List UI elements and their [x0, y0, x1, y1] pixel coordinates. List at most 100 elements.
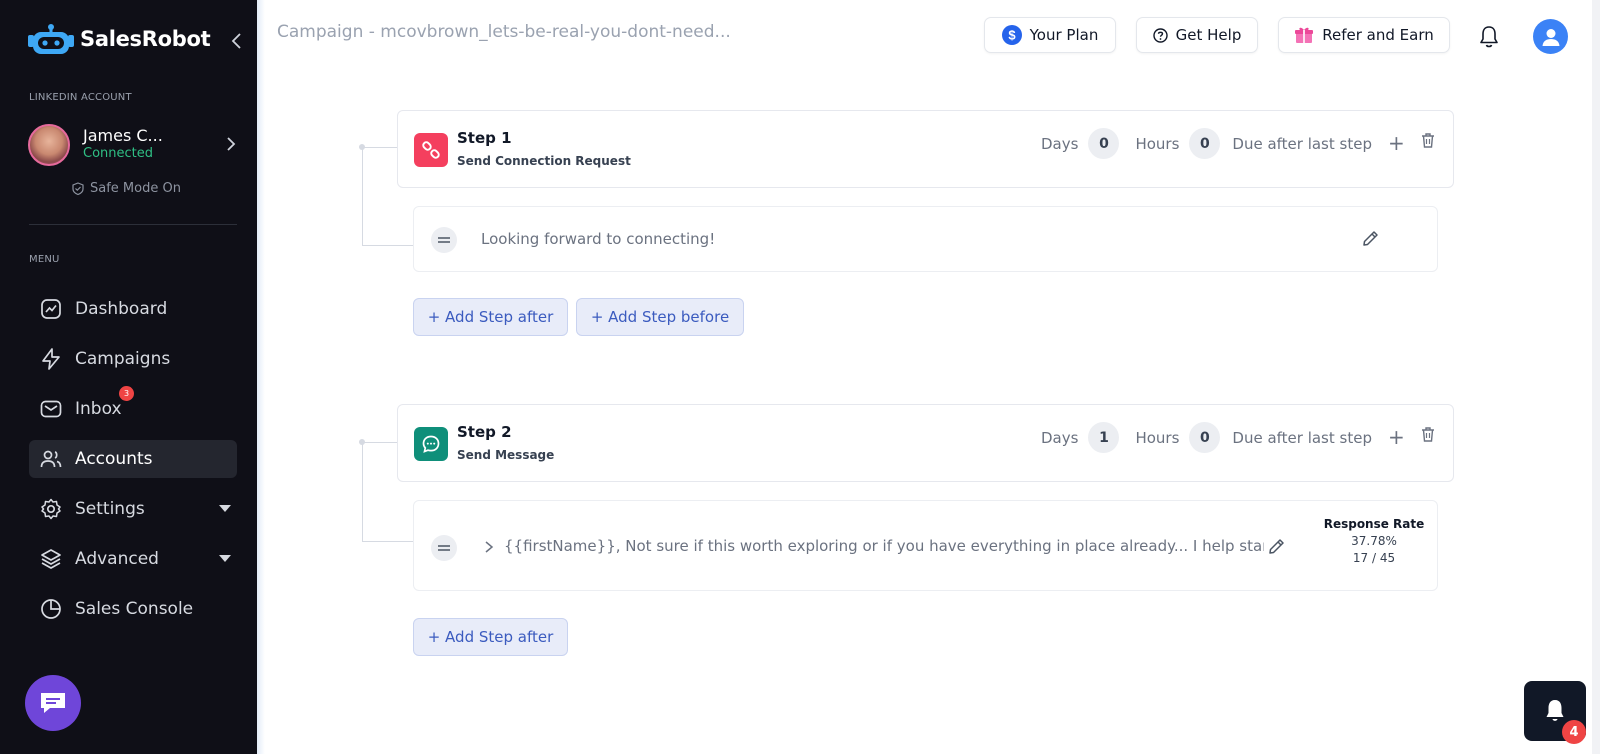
sidebar-item-label: Inbox	[75, 399, 122, 419]
plus-icon[interactable]: +	[1388, 425, 1405, 449]
send-message-icon	[414, 427, 448, 461]
gear-icon	[41, 498, 61, 520]
step-subtitle: Send Connection Request	[457, 154, 631, 168]
dollar-icon: $	[1001, 25, 1022, 45]
response-rate-value: 37.78%	[1351, 534, 1397, 548]
hours-label: Hours	[1135, 428, 1180, 447]
account-name: James C...	[83, 126, 163, 145]
sidebar-item-label: Dashboard	[75, 299, 168, 319]
response-count: 17 / 45	[1352, 551, 1396, 565]
logo[interactable]: SalesRobot	[28, 22, 211, 56]
connector-line	[362, 147, 363, 246]
menu-label: MENU	[29, 254, 60, 265]
message-card[interactable]: {{firstName}}, Not sure if this worth ex…	[413, 500, 1438, 591]
inbox-badge: 3	[119, 386, 134, 401]
sidebar-item-label: Campaigns	[75, 349, 171, 369]
trash-icon[interactable]	[1420, 426, 1436, 443]
collapse-sidebar-icon[interactable]	[228, 32, 246, 50]
hours-value[interactable]: 0	[1189, 422, 1221, 453]
step-subtitle: Send Message	[457, 448, 555, 462]
connector-dot	[359, 439, 365, 445]
pie-chart-icon	[41, 599, 61, 619]
gift-icon	[1295, 27, 1314, 43]
days-label: Days	[1041, 428, 1079, 447]
plus-icon[interactable]: +	[1388, 131, 1405, 155]
step-delay: Days 1 Hours 0 Due after last step	[1041, 422, 1372, 453]
message-text: Looking forward to connecting!	[481, 230, 716, 248]
bell-icon[interactable]	[1478, 25, 1500, 49]
avatar	[28, 124, 70, 166]
step-title: Step 1	[457, 129, 512, 147]
sidebar-item-dashboard[interactable]: Dashboard	[29, 290, 237, 328]
chat-button[interactable]	[25, 675, 81, 731]
due-text: Due after last step	[1232, 428, 1372, 447]
hours-value[interactable]: 0	[1189, 128, 1221, 159]
chevron-right-icon	[227, 137, 236, 151]
sidebar-item-label: Advanced	[75, 549, 159, 569]
lightning-icon	[42, 348, 60, 370]
refer-and-earn-button[interactable]: Refer and Earn	[1278, 17, 1450, 53]
days-value[interactable]: 1	[1088, 422, 1120, 453]
user-icon	[1542, 28, 1559, 46]
help-icon	[1152, 27, 1168, 43]
layers-icon	[41, 549, 61, 569]
step-card: Step 2 Send Message Days 1 Hours 0 Due a…	[397, 404, 1454, 482]
add-step-after-button[interactable]: + Add Step after	[413, 618, 568, 656]
sidebar-item-sales-console[interactable]: Sales Console	[29, 590, 237, 628]
add-step-before-button[interactable]: + Add Step before	[576, 298, 744, 336]
shield-check-icon	[72, 182, 84, 195]
notification-count-badge: 4	[1562, 720, 1586, 744]
due-text: Due after last step	[1232, 134, 1372, 153]
safe-mode-indicator: Safe Mode On	[72, 181, 181, 196]
sidebar-item-label: Sales Console	[75, 599, 194, 619]
logo-text: SalesRobot	[80, 27, 211, 51]
response-rate: Response Rate 37.78% 17 / 45	[1319, 517, 1429, 565]
your-plan-button[interactable]: $ Your Plan	[984, 17, 1116, 53]
connection-request-icon	[414, 133, 448, 167]
pencil-icon[interactable]	[1267, 537, 1286, 556]
message-card[interactable]: Looking forward to connecting!	[413, 206, 1438, 272]
robot-logo-icon	[28, 24, 74, 54]
add-step-after-button[interactable]: + Add Step after	[413, 298, 568, 336]
chat-icon	[41, 693, 65, 713]
step-delay: Days 0 Hours 0 Due after last step	[1041, 128, 1372, 159]
svg-text:$: $	[1008, 28, 1016, 43]
campaign-title: Campaign - mcovbrown_lets-be-real-you-do…	[277, 22, 731, 42]
account-switcher[interactable]: James C... Connected	[28, 124, 244, 166]
sidebar-item-label: Accounts	[75, 449, 153, 469]
connector-line	[362, 442, 398, 443]
safe-mode-text: Safe Mode On	[90, 181, 181, 196]
your-plan-label: Your Plan	[1029, 26, 1099, 44]
linkedin-account-label: LINKEDIN ACCOUNT	[29, 92, 132, 103]
sidebar-item-inbox[interactable]: Inbox 3	[29, 386, 237, 428]
caret-down-icon	[219, 555, 231, 562]
sidebar-item-accounts[interactable]: Accounts	[29, 440, 237, 478]
user-avatar[interactable]	[1533, 19, 1568, 54]
sidebar-item-campaigns[interactable]: Campaigns	[29, 340, 237, 378]
step-title: Step 2	[457, 423, 512, 441]
sidebar-item-advanced[interactable]: Advanced	[29, 540, 237, 578]
hours-label: Hours	[1135, 134, 1180, 153]
drag-handle-icon[interactable]	[431, 535, 457, 561]
scrollbar[interactable]	[1592, 0, 1600, 754]
account-status: Connected	[83, 146, 154, 161]
connector-dot	[359, 144, 365, 150]
get-help-button[interactable]: Get Help	[1136, 17, 1258, 53]
dashboard-icon	[41, 299, 61, 319]
trash-icon[interactable]	[1420, 132, 1436, 149]
connector-line	[362, 442, 363, 542]
refer-label: Refer and Earn	[1322, 26, 1434, 44]
message-text: {{firstName}}, Not sure if this worth ex…	[504, 537, 1264, 555]
pencil-icon[interactable]	[1361, 229, 1380, 248]
get-help-label: Get Help	[1175, 26, 1242, 44]
link-icon	[422, 141, 440, 159]
sidebar-shadow	[257, 0, 265, 754]
sidebar-item-settings[interactable]: Settings	[29, 490, 237, 528]
drag-handle-icon[interactable]	[431, 227, 457, 253]
step-card: Step 1 Send Connection Request Days 0 Ho…	[397, 110, 1454, 188]
sidebar-item-label: Settings	[75, 499, 145, 519]
connector-line	[362, 541, 414, 542]
days-value[interactable]: 0	[1088, 128, 1120, 159]
bell-icon	[1546, 700, 1564, 721]
chevron-right-icon[interactable]	[484, 541, 494, 553]
